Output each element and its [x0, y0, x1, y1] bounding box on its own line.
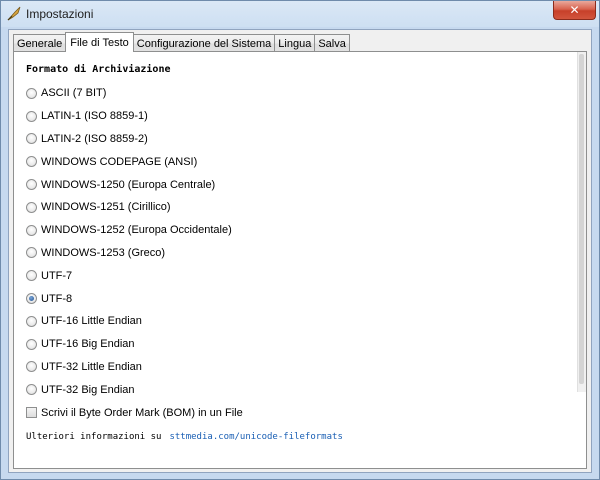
- option-label: WINDOWS-1252 (Europa Occidentale): [41, 224, 232, 237]
- option-ascii[interactable]: ASCII (7 BIT): [26, 82, 566, 105]
- option-label: UTF-7: [41, 269, 73, 282]
- tab-configurazione-sistema[interactable]: Configurazione del Sistema: [132, 34, 276, 52]
- option-windows-1251[interactable]: WINDOWS-1251 (Cirillico): [26, 196, 566, 219]
- more-info-link[interactable]: sttmedia.com/unicode-fileformats: [169, 432, 342, 442]
- option-latin-2[interactable]: LATIN-2 (ISO 8859-2): [26, 128, 566, 151]
- option-utf-8[interactable]: UTF-8: [26, 287, 566, 310]
- option-label: WINDOWS-1253 (Greco): [41, 246, 166, 259]
- radio-button[interactable]: [26, 247, 37, 259]
- tab-lingua[interactable]: Lingua: [274, 34, 316, 52]
- radio-button[interactable]: [26, 133, 37, 145]
- option-label: LATIN-1 (ISO 8859-1): [41, 110, 148, 123]
- bom-label: Scrivi il Byte Order Mark (BOM) in un Fi…: [41, 406, 243, 419]
- option-utf-16-be[interactable]: UTF-16 Big Endian: [26, 333, 566, 356]
- encoding-options: ASCII (7 BIT) LATIN-1 (ISO 8859-1) LATIN…: [26, 82, 566, 424]
- radio-button[interactable]: [26, 179, 37, 191]
- radio-button[interactable]: [26, 270, 37, 282]
- quill-icon: [7, 6, 21, 21]
- tab-panel: Formato di Archiviazione ASCII (7 BIT) L…: [13, 51, 587, 469]
- option-label: WINDOWS CODEPAGE (ANSI): [41, 155, 198, 168]
- option-latin-1[interactable]: LATIN-1 (ISO 8859-1): [26, 105, 566, 128]
- option-windows-codepage[interactable]: WINDOWS CODEPAGE (ANSI): [26, 150, 566, 173]
- radio-button[interactable]: [26, 384, 37, 396]
- option-windows-1253[interactable]: WINDOWS-1253 (Greco): [26, 242, 566, 265]
- radio-button[interactable]: [26, 315, 37, 327]
- bom-checkbox[interactable]: [26, 407, 37, 419]
- option-utf-16-le[interactable]: UTF-16 Little Endian: [26, 310, 566, 333]
- option-label: ASCII (7 BIT): [41, 87, 107, 100]
- option-label: WINDOWS-1251 (Cirillico): [41, 201, 171, 214]
- section-title: Formato di Archiviazione: [26, 64, 171, 75]
- scrollbar[interactable]: [577, 52, 586, 392]
- tab-salva[interactable]: Salva: [314, 34, 350, 52]
- settings-window: Impostazioni ✕ Generale File di Testo Co…: [0, 0, 600, 480]
- more-info-text: Ulteriori informazioni su: [26, 432, 162, 442]
- tab-generale[interactable]: Generale: [13, 34, 67, 52]
- option-windows-1252[interactable]: WINDOWS-1252 (Europa Occidentale): [26, 219, 566, 242]
- tab-file-di-testo[interactable]: File di Testo: [65, 32, 134, 52]
- option-windows-1250[interactable]: WINDOWS-1250 (Europa Centrale): [26, 173, 566, 196]
- option-utf-32-le[interactable]: UTF-32 Little Endian: [26, 356, 566, 379]
- option-label: UTF-32 Little Endian: [41, 360, 142, 373]
- option-utf-7[interactable]: UTF-7: [26, 264, 566, 287]
- window-title: Impostazioni: [26, 7, 94, 21]
- option-label: UTF-32 Big Endian: [41, 383, 135, 396]
- option-label: WINDOWS-1250 (Europa Centrale): [41, 178, 216, 191]
- title-bar[interactable]: Impostazioni ✕: [1, 1, 599, 27]
- radio-button-selected[interactable]: [26, 293, 37, 305]
- client-area: Generale File di Testo Configurazione de…: [8, 29, 592, 473]
- close-button[interactable]: ✕: [553, 1, 596, 20]
- option-label: LATIN-2 (ISO 8859-2): [41, 132, 148, 145]
- radio-button[interactable]: [26, 110, 37, 122]
- scrollbar-thumb[interactable]: [579, 54, 584, 384]
- close-icon: ✕: [569, 3, 580, 17]
- radio-button[interactable]: [26, 224, 37, 236]
- option-label: UTF-16 Big Endian: [41, 338, 135, 351]
- radio-button[interactable]: [26, 87, 37, 99]
- more-info: Ulteriori informazioni su sttmedia.com/un…: [26, 432, 343, 442]
- radio-button[interactable]: [26, 361, 37, 373]
- radio-button[interactable]: [26, 156, 37, 168]
- option-utf-32-be[interactable]: UTF-32 Big Endian: [26, 378, 566, 401]
- option-label: UTF-16 Little Endian: [41, 315, 142, 328]
- bom-option[interactable]: Scrivi il Byte Order Mark (BOM) in un Fi…: [26, 401, 566, 424]
- radio-button[interactable]: [26, 201, 37, 213]
- tab-strip: Generale File di Testo Configurazione de…: [13, 32, 350, 52]
- option-label: UTF-8: [41, 292, 73, 305]
- radio-button[interactable]: [26, 338, 37, 350]
